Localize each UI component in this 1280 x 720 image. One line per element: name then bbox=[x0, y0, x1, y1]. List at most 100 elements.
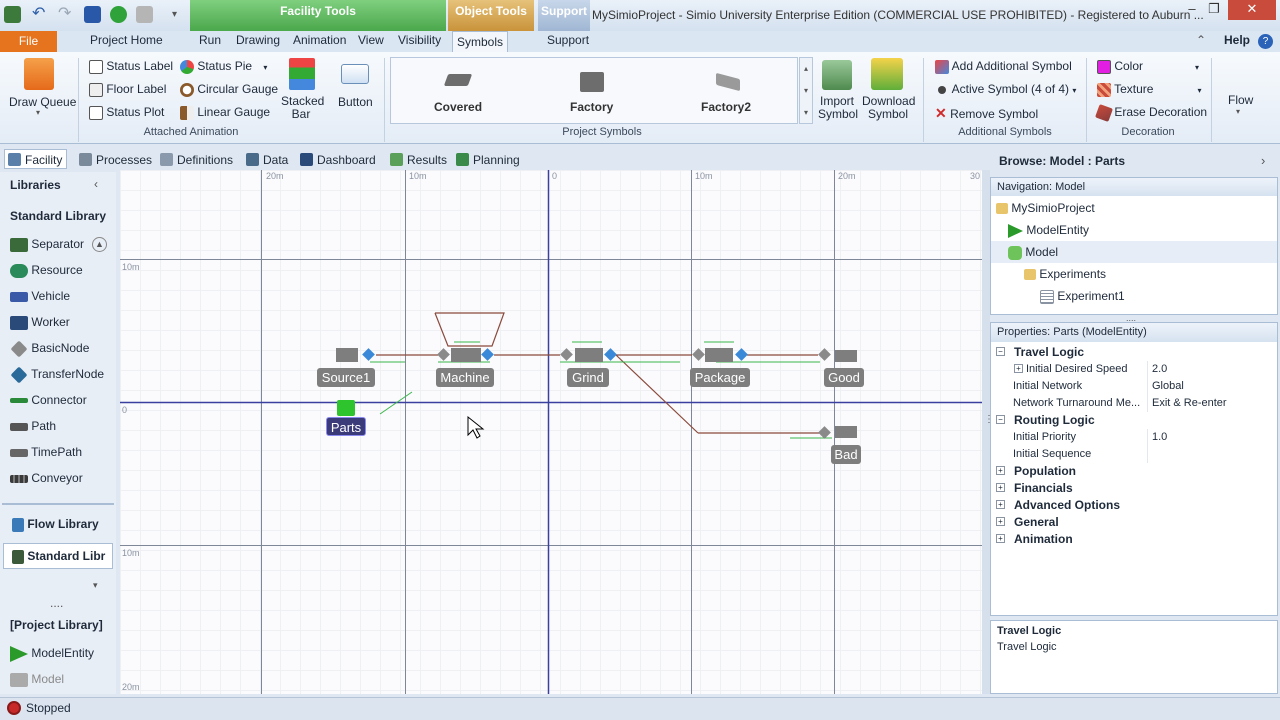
expand-toggle-icon[interactable]: + bbox=[996, 483, 1005, 492]
import-symbol-button[interactable]: Import Symbol bbox=[818, 95, 858, 121]
expand-toggle-icon[interactable]: + bbox=[1014, 364, 1023, 373]
property-category[interactable]: − Routing Logic bbox=[992, 412, 1277, 429]
nav-item-project[interactable]: MySimioProject bbox=[996, 201, 1095, 215]
property-value[interactable]: 1.0 bbox=[1152, 429, 1167, 446]
scroll-up-icon[interactable]: ▲ bbox=[92, 237, 107, 252]
library-item-resource[interactable]: Resource bbox=[10, 263, 83, 278]
tab-run[interactable]: Run bbox=[199, 33, 221, 47]
circular-gauge-button[interactable]: Circular Gauge bbox=[180, 82, 278, 97]
expand-toggle-icon[interactable]: − bbox=[996, 347, 1005, 356]
texture-dropdown[interactable]: Texture ▾ bbox=[1097, 82, 1202, 97]
collapse-browse-icon[interactable]: › bbox=[1261, 153, 1265, 168]
view-tab-planning[interactable]: Planning bbox=[452, 149, 525, 169]
nav-item-model[interactable]: Model bbox=[1008, 245, 1058, 260]
property-row[interactable]: Network Turnaround Me... Exit & Re-enter bbox=[992, 395, 1277, 412]
nav-item-experiments[interactable]: Experiments bbox=[1024, 267, 1106, 281]
view-tab-dashboard[interactable]: Dashboard bbox=[296, 149, 381, 169]
view-tab-definitions[interactable]: Definitions bbox=[156, 149, 238, 169]
property-category[interactable]: + General bbox=[992, 514, 1277, 531]
property-category[interactable]: + Advanced Options bbox=[992, 497, 1277, 514]
view-tab-results[interactable]: Results bbox=[386, 149, 452, 169]
button-button[interactable]: Button bbox=[338, 95, 373, 109]
app-icon[interactable] bbox=[4, 6, 21, 23]
view-tab-processes[interactable]: Processes bbox=[75, 149, 157, 169]
library-item-worker[interactable]: Worker bbox=[10, 315, 70, 330]
canvas-splitter[interactable] bbox=[982, 170, 990, 694]
symbol-factory[interactable]: Factory bbox=[570, 100, 613, 114]
close-button[interactable]: ✕ bbox=[1228, 0, 1276, 20]
active-symbol-dropdown[interactable]: Active Symbol (4 of 4) ▾ bbox=[935, 82, 1076, 96]
nav-item-experiment1[interactable]: Experiment1 bbox=[1040, 289, 1125, 304]
view-tab-data[interactable]: Data bbox=[242, 149, 293, 169]
project-item-model[interactable]: Model bbox=[10, 672, 64, 687]
minimize-ribbon-icon[interactable]: ⌃ bbox=[1196, 33, 1206, 47]
property-row[interactable]: Initial Sequence bbox=[992, 446, 1277, 463]
server-package[interactable]: Package bbox=[690, 368, 750, 387]
library-item-conveyor[interactable]: Conveyor bbox=[10, 471, 83, 485]
property-value[interactable]: Global bbox=[1152, 378, 1184, 395]
tab-animation[interactable]: Animation bbox=[293, 33, 346, 47]
view-tab-facility[interactable]: Facility bbox=[4, 149, 68, 169]
draw-queue-dropdown-icon[interactable]: ▾ bbox=[36, 108, 40, 117]
property-category[interactable]: + Financials bbox=[992, 480, 1277, 497]
expand-toggle-icon[interactable]: + bbox=[996, 500, 1005, 509]
project-item-modelentity[interactable]: ModelEntity bbox=[10, 646, 94, 662]
maximize-button[interactable]: ❐ bbox=[1198, 0, 1230, 20]
property-category[interactable]: + Animation bbox=[992, 531, 1277, 548]
sink-bad[interactable]: Bad bbox=[831, 445, 861, 464]
tab-visibility[interactable]: Visibility bbox=[398, 33, 441, 47]
server-grind[interactable]: Grind bbox=[567, 368, 609, 387]
run-icon[interactable] bbox=[110, 6, 127, 23]
property-value[interactable]: 2.0 bbox=[1152, 361, 1167, 378]
status-label-button[interactable]: Status Label bbox=[89, 59, 173, 74]
qat-customize-icon[interactable]: ▾ bbox=[172, 6, 189, 23]
help-button[interactable]: Help bbox=[1224, 33, 1250, 47]
standard-library-tab[interactable]: Standard Libr bbox=[12, 549, 105, 564]
color-dropdown[interactable]: Color ▾ bbox=[1097, 59, 1199, 74]
library-item-basicnode[interactable]: BasicNode bbox=[10, 340, 89, 358]
erase-decoration-button[interactable]: Erase Decoration bbox=[1095, 103, 1207, 122]
facility-canvas[interactable]: 20m 10m 0 10m 20m 30 10m 0 10m 20m Sourc… bbox=[120, 170, 982, 694]
status-plot-button[interactable]: Status Plot bbox=[89, 105, 164, 120]
redo-icon[interactable]: ↷ bbox=[58, 6, 75, 23]
tab-drawing[interactable]: Drawing bbox=[236, 33, 280, 47]
status-pie-button[interactable]: Status Pie ▾ bbox=[180, 59, 267, 74]
add-additional-symbol-button[interactable]: Add Additional Symbol bbox=[935, 59, 1072, 74]
draw-queue-button[interactable]: Draw Queue bbox=[9, 95, 76, 109]
remove-symbol-button[interactable]: ✕ Remove Symbol bbox=[935, 105, 1038, 122]
linear-gauge-button[interactable]: Linear Gauge bbox=[180, 105, 270, 120]
library-more[interactable]: .... bbox=[50, 596, 63, 610]
file-tab[interactable]: File bbox=[0, 31, 57, 52]
stop-icon[interactable] bbox=[136, 6, 153, 23]
help-icon[interactable]: ? bbox=[1258, 34, 1273, 49]
library-overflow-icon[interactable]: ▾ bbox=[93, 580, 98, 591]
property-category[interactable]: + Population bbox=[992, 463, 1277, 480]
property-value[interactable]: Exit & Re-enter bbox=[1152, 395, 1227, 412]
library-item-vehicle[interactable]: Vehicle bbox=[10, 289, 70, 303]
gallery-scroll[interactable]: ▴ ▾ ▾ bbox=[799, 57, 813, 124]
floor-label-button[interactable]: Floor Label bbox=[89, 82, 166, 97]
parts-entity[interactable]: Parts bbox=[326, 417, 366, 436]
library-item-separator[interactable]: Separator bbox=[10, 237, 84, 252]
collapse-libraries-icon[interactable]: ‹ bbox=[94, 177, 98, 191]
undo-icon[interactable]: ↶ bbox=[32, 6, 49, 23]
expand-toggle-icon[interactable]: + bbox=[996, 466, 1005, 475]
download-symbol-button[interactable]: Download Symbol bbox=[862, 95, 915, 121]
tab-support[interactable]: Support bbox=[547, 33, 589, 47]
source-object[interactable]: Source1 bbox=[317, 368, 375, 387]
tab-view[interactable]: View bbox=[358, 33, 384, 47]
flow-library-tab[interactable]: Flow Library bbox=[12, 517, 99, 532]
save-icon[interactable] bbox=[84, 6, 101, 23]
expand-toggle-icon[interactable]: + bbox=[996, 517, 1005, 526]
expand-toggle-icon[interactable]: + bbox=[996, 534, 1005, 543]
flow-button[interactable]: Flow bbox=[1228, 93, 1253, 107]
library-item-timepath[interactable]: TimePath bbox=[10, 445, 82, 459]
flow-dropdown-icon[interactable]: ▾ bbox=[1236, 107, 1240, 116]
stacked-bar-button[interactable]: Stacked Bar bbox=[281, 95, 324, 121]
tab-symbols[interactable]: Symbols bbox=[452, 31, 508, 53]
library-item-transfernode[interactable]: TransferNode bbox=[10, 366, 104, 384]
tab-project-home[interactable]: Project Home bbox=[90, 33, 163, 47]
property-category[interactable]: − Travel Logic bbox=[992, 344, 1277, 361]
sink-good[interactable]: Good bbox=[824, 368, 864, 387]
library-item-path[interactable]: Path bbox=[10, 419, 56, 433]
